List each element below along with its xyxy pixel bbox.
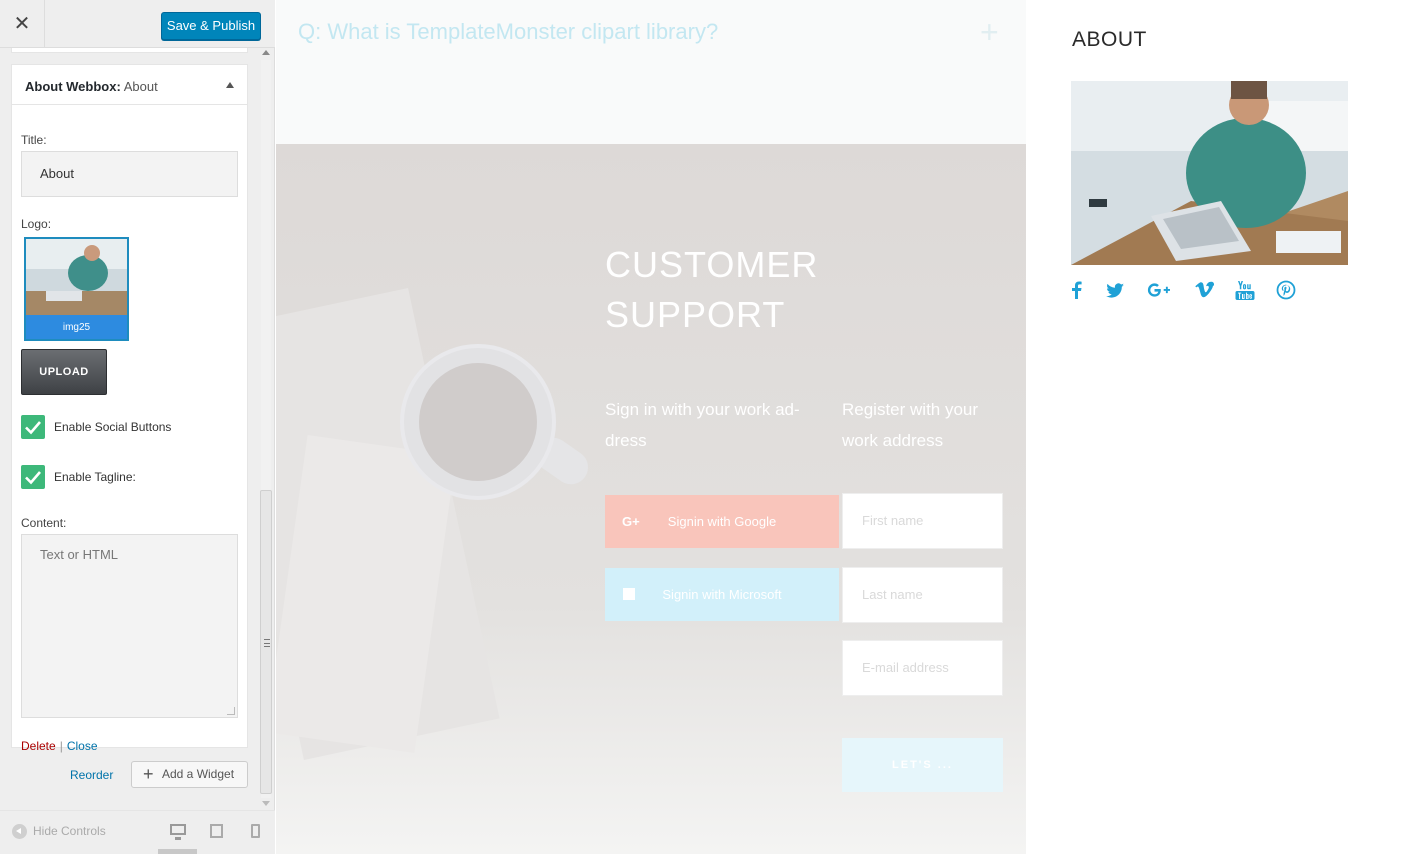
scroll-down-arrow-icon[interactable] — [262, 801, 270, 806]
register-text: Register with your work address — [842, 400, 979, 450]
youtube-icon[interactable] — [1234, 280, 1256, 307]
add-widget-label: Add a Widget — [162, 767, 235, 781]
save-publish-button[interactable]: Save & Publish — [161, 12, 261, 40]
last-name-input[interactable]: Last name — [842, 567, 1003, 623]
desktop-preview-icon[interactable] — [170, 824, 186, 840]
social-buttons-checkbox[interactable] — [21, 415, 45, 439]
customizer-footer: Hide Controls — [0, 810, 275, 854]
customer-support-section: CUSTOMER SUPPORT Sign in with your work … — [276, 144, 1026, 854]
content-textarea[interactable]: Text or HTML — [21, 534, 238, 718]
submit-button[interactable]: LET'S ... — [842, 738, 1003, 792]
delete-link[interactable]: Delete — [21, 739, 56, 753]
windows-icon — [623, 588, 635, 600]
scroll-up-arrow-icon[interactable] — [262, 50, 270, 55]
social-buttons-label: Enable Social Buttons — [54, 420, 172, 434]
grip-icon — [264, 639, 270, 647]
close-link[interactable]: Close — [67, 739, 98, 753]
logo-field-label: Logo: — [21, 217, 52, 231]
logo-thumbnail-image — [26, 239, 127, 315]
customizer-scrollbar[interactable] — [258, 48, 274, 810]
tablet-preview-icon[interactable] — [210, 824, 223, 838]
tagline-label: Enable Tagline: — [54, 470, 136, 484]
title-input[interactable]: About — [21, 151, 238, 197]
scrollbar-thumb[interactable] — [260, 490, 272, 794]
mobile-preview-icon[interactable] — [251, 824, 260, 838]
pinterest-icon[interactable] — [1276, 280, 1296, 305]
tagline-checkbox[interactable] — [21, 465, 45, 489]
hide-controls-button[interactable]: Hide Controls — [12, 824, 106, 840]
widget-title: About Webbox: About — [25, 79, 158, 94]
support-title: CUSTOMER SUPPORT — [605, 244, 819, 335]
about-widget-panel: About Webbox: About Title: About Logo: i… — [11, 64, 248, 753]
twitter-icon[interactable] — [1104, 280, 1126, 305]
site-preview: Q: What is TemplateMonster clipart libra… — [276, 0, 1026, 854]
faq-question[interactable]: Q: What is TemplateMonster clipart libra… — [298, 19, 718, 45]
collapse-arrow-icon[interactable] — [226, 82, 234, 88]
microsoft-button-label: Signin with Microsoft — [662, 587, 782, 602]
active-device-indicator — [158, 849, 197, 854]
title-field-label: Title: — [21, 133, 47, 147]
widget-instance-label: About — [123, 79, 158, 94]
reorder-link[interactable]: Reorder — [70, 768, 113, 782]
screen: ✕ Save & Publish About Webbox: About Tit… — [0, 0, 1419, 854]
email-input[interactable]: E-mail address — [842, 640, 1003, 696]
customizer-header: ✕ Save & Publish — [0, 0, 275, 48]
upload-button[interactable]: UPLOAD — [21, 349, 107, 395]
link-separator: | — [59, 739, 63, 753]
plus-icon: + — [143, 764, 154, 784]
signin-microsoft-button[interactable]: Signin with Microsoft — [605, 568, 839, 621]
content-field-label: Content: — [21, 516, 67, 530]
signin-google-button[interactable]: G+ Signin with Google — [605, 495, 839, 548]
close-customizer-button[interactable]: ✕ — [0, 0, 45, 48]
faq-item[interactable]: Q: What is TemplateMonster clipart libra… — [276, 0, 1026, 144]
widget-type-label: About Webbox: — [25, 79, 121, 94]
previous-widget-edge — [11, 48, 248, 53]
google-button-label: Signin with Google — [667, 514, 777, 529]
about-widget-title: ABOUT — [1072, 28, 1147, 51]
customizer-panel: ✕ Save & Publish About Webbox: About Tit… — [0, 0, 275, 854]
vimeo-icon[interactable] — [1194, 280, 1215, 305]
widget-actions: Delete | Close — [21, 739, 98, 753]
about-photo-image — [1071, 81, 1348, 265]
resize-grip-icon[interactable] — [227, 707, 235, 715]
background-coffee — [419, 363, 537, 481]
customizer-scroll-area: About Webbox: About Title: About Logo: i… — [0, 48, 275, 810]
about-photo — [1071, 81, 1348, 265]
first-name-input[interactable]: First name — [842, 493, 1003, 549]
checkmark-icon — [25, 471, 41, 485]
logo-thumbnail[interactable]: img25 — [24, 237, 129, 341]
logo-filename: img25 — [26, 315, 127, 339]
widget-header[interactable]: About Webbox: About — [12, 65, 247, 105]
faq-expand-icon[interactable]: + — [980, 14, 999, 51]
hide-controls-label: Hide Controls — [33, 824, 106, 838]
google-plus-icon[interactable] — [1146, 280, 1172, 305]
add-widget-button[interactable]: + Add a Widget — [131, 761, 248, 788]
checkmark-icon — [25, 421, 41, 435]
content-placeholder: Text or HTML — [40, 547, 119, 562]
google-plus-icon: G+ — [622, 514, 640, 529]
facebook-icon[interactable] — [1068, 280, 1086, 305]
signin-text: Sign in with your work ad-dress — [605, 400, 800, 450]
collapse-sidebar-icon — [12, 824, 27, 840]
